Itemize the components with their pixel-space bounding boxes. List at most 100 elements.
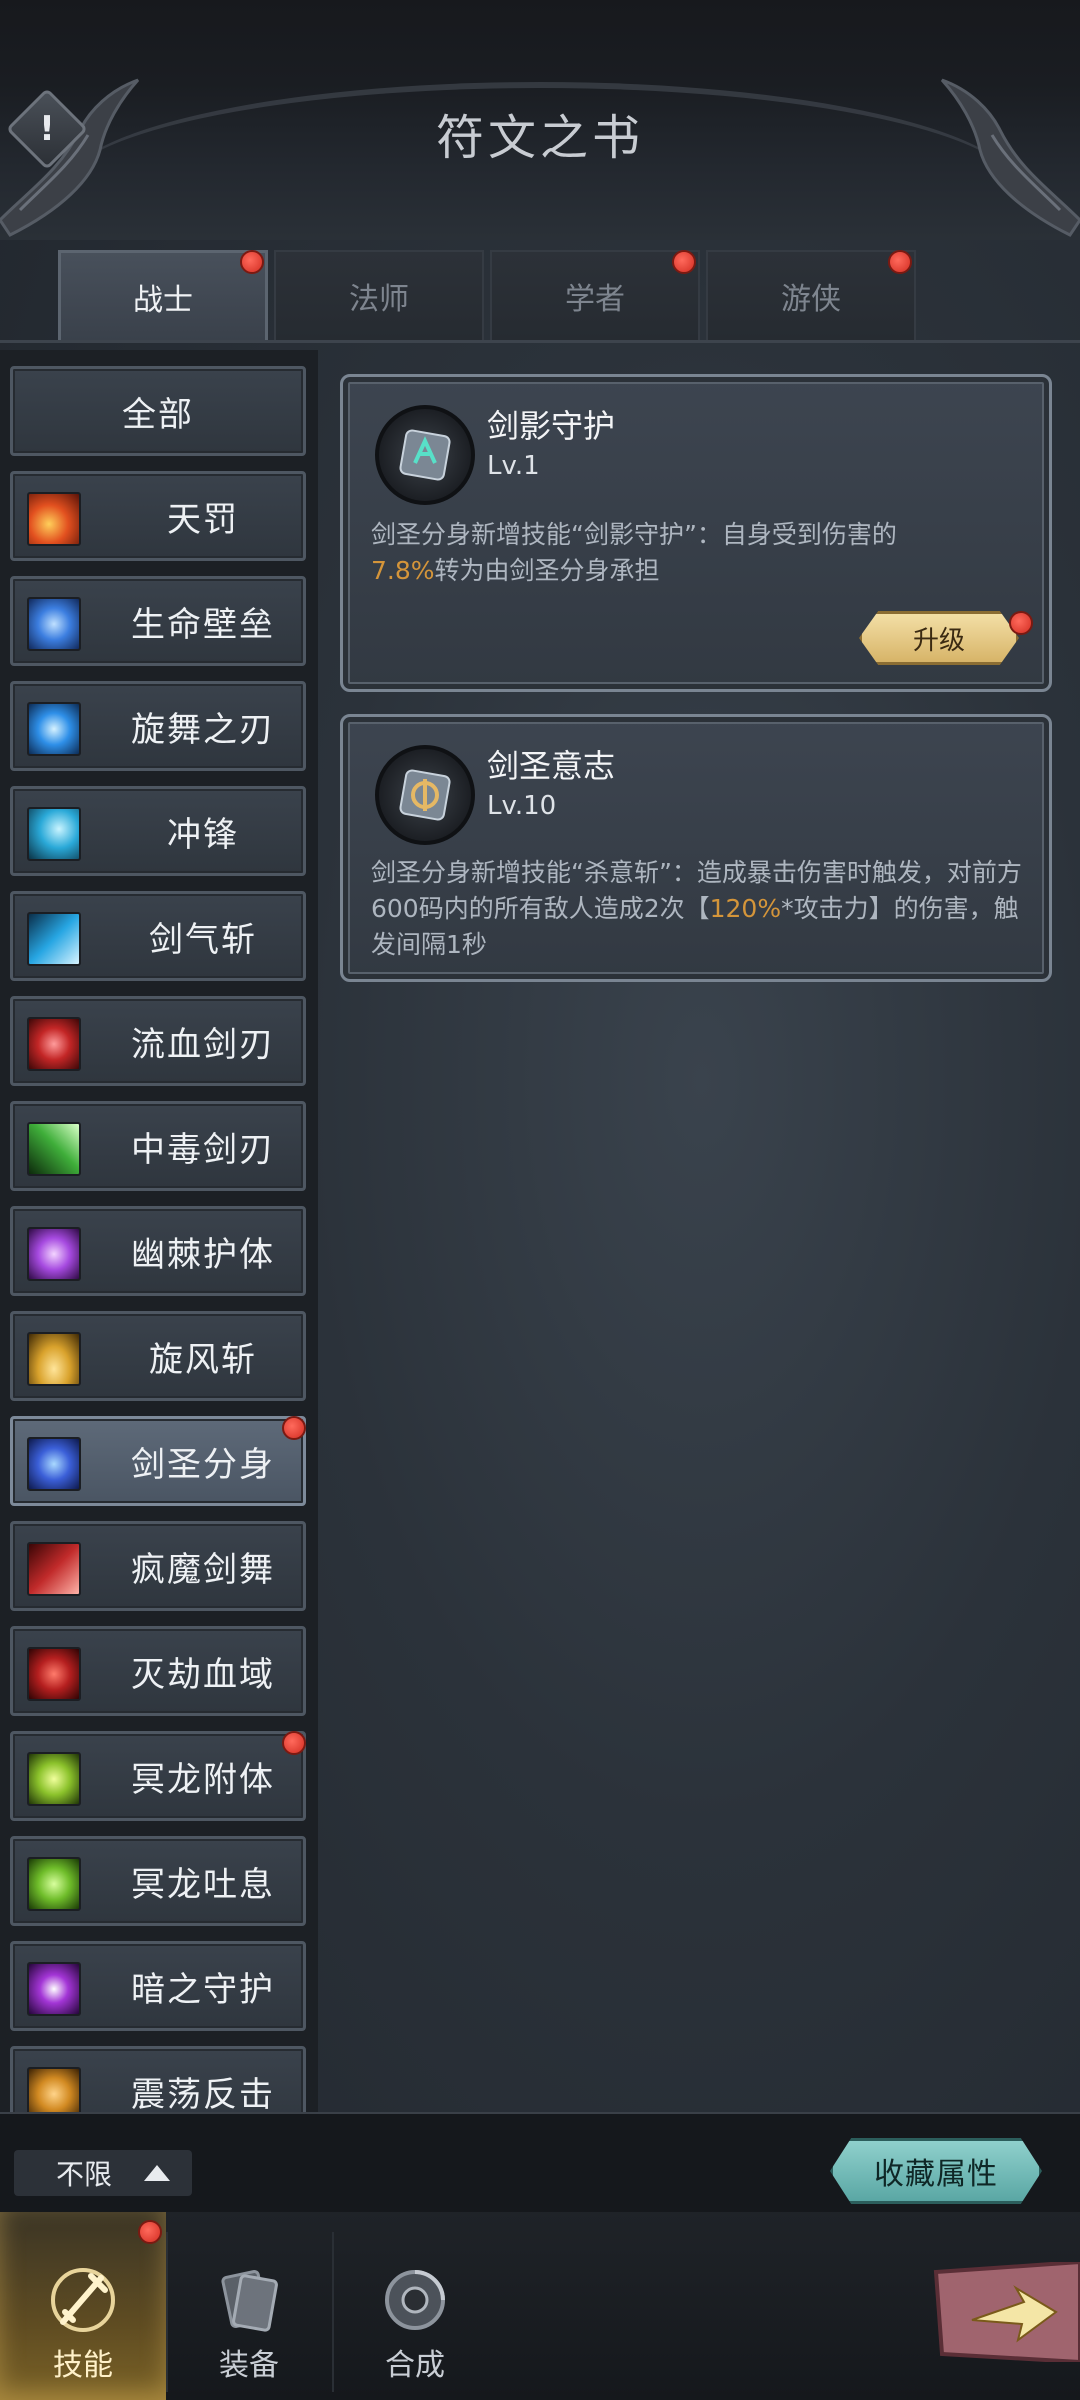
- nav-label: 合成: [385, 2348, 445, 2383]
- nav-equipment[interactable]: 装备: [166, 2212, 332, 2400]
- skill-badge: [282, 1416, 306, 1440]
- dash-icon: [27, 807, 81, 861]
- skill-label: 旋风斩: [149, 1339, 257, 1380]
- tab-label: 法师: [349, 282, 409, 317]
- tab-ranger-badge: [888, 250, 912, 274]
- skill-label: 全部: [122, 394, 194, 435]
- skill-item[interactable]: 冥龙吐息: [10, 1836, 306, 1926]
- skill-label: 冥龙附体: [131, 1759, 275, 1800]
- desc-highlight: 120%: [709, 894, 782, 923]
- rune-gold-icon: [375, 745, 475, 845]
- skill-label: 暗之守护: [131, 1969, 275, 2010]
- filter-dropdown[interactable]: 不限: [14, 2150, 192, 2196]
- skill-item[interactable]: 旋舞之刃: [10, 681, 306, 771]
- cyclone-icon: [27, 1332, 81, 1386]
- skill-item[interactable]: 疯魔剑舞: [10, 1521, 306, 1611]
- whirl-icon: [27, 702, 81, 756]
- page-title: 符文之书: [435, 110, 644, 166]
- rune-teal-icon: [375, 405, 475, 505]
- skill-label: 震荡反击: [131, 2074, 275, 2113]
- skill-label: 流血剑刃: [131, 1024, 275, 1065]
- blood-domain-icon: [27, 1647, 81, 1701]
- skill-label: 灭劫血域: [131, 1654, 275, 1695]
- skill-label: 幽棘护体: [131, 1234, 275, 1275]
- rune-card[interactable]: 剑影守护 Lv.1 剑圣分身新增技能“剑影守护”：自身受到伤害的 7.8%转为由剑…: [340, 374, 1052, 692]
- poison-blade-icon: [27, 1122, 81, 1176]
- tab-label: 学者: [565, 282, 625, 317]
- cards-icon: [221, 2270, 278, 2332]
- go-arrow-button[interactable]: [932, 2262, 1080, 2362]
- slash-icon: [27, 912, 81, 966]
- filter-label: 不限: [56, 2158, 113, 2191]
- sword-icon: [51, 2268, 115, 2332]
- tab-ranger[interactable]: 游侠: [706, 250, 916, 340]
- skill-item-all[interactable]: 全部: [10, 366, 306, 456]
- nav-label: 装备: [219, 2348, 279, 2383]
- rune-card[interactable]: 剑圣意志 Lv.10 剑圣分身新增技能“杀意斩”：造成暴击伤害时触发，对前方60…: [340, 714, 1052, 982]
- skill-item[interactable]: 灭劫血域: [10, 1626, 306, 1716]
- skill-item[interactable]: 生命壁垒: [10, 576, 306, 666]
- thorn-armor-icon: [27, 1227, 81, 1281]
- skill-item[interactable]: 旋风斩: [10, 1311, 306, 1401]
- nav-skills-badge: [138, 2220, 162, 2244]
- rune-level: Lv.10: [487, 791, 557, 821]
- frenzy-icon: [27, 1542, 81, 1596]
- skill-item[interactable]: 幽棘护体: [10, 1206, 306, 1296]
- dark-guard-icon: [27, 1962, 81, 2016]
- rune-level: Lv.1: [487, 451, 540, 481]
- tab-mage[interactable]: 法师: [274, 250, 484, 340]
- skill-label: 疯魔剑舞: [131, 1549, 275, 1590]
- upgrade-badge: [1009, 611, 1033, 635]
- tab-scholar-badge: [672, 250, 696, 274]
- clone-icon: [27, 1437, 81, 1491]
- header: ! 符文之书: [0, 0, 1080, 240]
- skill-label: 生命壁垒: [131, 604, 275, 645]
- desc-text: 转为由剑圣分身承担: [434, 556, 660, 585]
- rune-description: 剑圣分身新增技能“杀意斩”：造成暴击伤害时触发，对前方600码内的所有敌人造成2…: [371, 855, 1025, 963]
- skill-item[interactable]: 冲锋: [10, 786, 306, 876]
- collect-attributes-button[interactable]: 收藏属性: [830, 2138, 1042, 2204]
- tab-warrior[interactable]: 战士: [58, 250, 268, 340]
- skill-item[interactable]: 中毒剑刃: [10, 1101, 306, 1191]
- tab-label: 战士: [133, 282, 193, 318]
- fire-burst-icon: [27, 492, 81, 546]
- skill-label: 冲锋: [167, 814, 239, 855]
- desc-highlight: 7.8%: [371, 556, 435, 585]
- synthesis-icon: [385, 2270, 445, 2330]
- skill-item[interactable]: 暗之守护: [10, 1941, 306, 2031]
- bleed-blade-icon: [27, 1017, 81, 1071]
- shield-icon: [27, 597, 81, 651]
- skill-item[interactable]: 冥龙附体: [10, 1731, 306, 1821]
- skill-label: 剑气斩: [149, 919, 257, 960]
- skill-label: 天罚: [167, 499, 239, 540]
- tab-warrior-badge: [240, 250, 264, 274]
- tab-divider: [0, 340, 1080, 343]
- dragon-possess-icon: [27, 1752, 81, 1806]
- nav-label: 技能: [53, 2348, 113, 2383]
- skill-label: 剑圣分身: [131, 1444, 275, 1485]
- skill-label: 旋舞之刃: [131, 709, 275, 750]
- rune-name: 剑影守护: [487, 407, 616, 445]
- rune-name: 剑圣意志: [487, 747, 616, 785]
- skill-item[interactable]: 震荡反击: [10, 2046, 306, 2112]
- skill-item-selected[interactable]: 剑圣分身: [10, 1416, 306, 1506]
- nav-synthesis[interactable]: 合成: [332, 2212, 498, 2400]
- skill-label: 冥龙吐息: [131, 1864, 275, 1905]
- shock-counter-icon: [27, 2067, 81, 2112]
- tab-label: 游侠: [781, 282, 841, 317]
- class-tabs: 战士 法师 学者 游侠: [56, 250, 916, 340]
- upgrade-button[interactable]: 升级: [859, 611, 1019, 665]
- rune-description: 剑圣分身新增技能“剑影守护”：自身受到伤害的 7.8%转为由剑圣分身承担: [371, 517, 1025, 589]
- skill-list[interactable]: 全部 天罚 生命壁垒 旋舞之刃 冲锋 剑气斩 流血剑刃 中毒剑刃 幽棘护体 旋风…: [0, 350, 318, 2112]
- skill-label: 中毒剑刃: [131, 1129, 275, 1170]
- rune-book-screen: ! 符文之书 战士 法师 学者 游侠 全部 天罚 生命壁垒 旋舞之刃 冲锋 剑气…: [0, 0, 1080, 2400]
- desc-text: 剑圣分身新增技能“剑影守护”：自身受到伤害的: [371, 520, 897, 549]
- bottom-nav: 技能 装备 合成: [0, 2212, 1080, 2400]
- skill-item[interactable]: 流血剑刃: [10, 996, 306, 1086]
- skill-badge: [282, 1731, 306, 1755]
- chevron-up-icon: [144, 2165, 170, 2181]
- skill-item[interactable]: 剑气斩: [10, 891, 306, 981]
- tab-scholar[interactable]: 学者: [490, 250, 700, 340]
- dragon-breath-icon: [27, 1857, 81, 1911]
- skill-item[interactable]: 天罚: [10, 471, 306, 561]
